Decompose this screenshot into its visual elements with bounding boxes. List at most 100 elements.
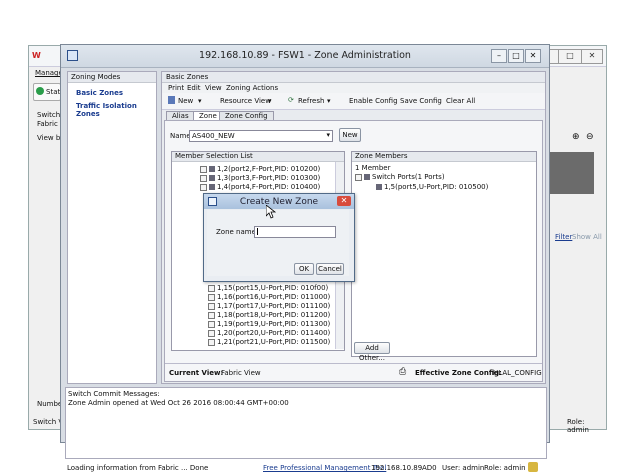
list-item-label: 1,3(port3,F-Port,PID: 010300) bbox=[217, 174, 321, 182]
back-close-button[interactable]: ✕ bbox=[581, 49, 603, 64]
back-maximize-button[interactable]: □ bbox=[558, 49, 582, 64]
stat-button[interactable]: Stat bbox=[33, 83, 61, 101]
mouse-cursor-icon bbox=[266, 205, 276, 219]
create-zone-dialog: Create New Zone ✕ Zone name OK Cancel bbox=[203, 193, 355, 282]
expand-icon[interactable] bbox=[208, 329, 215, 337]
zone-menubar: Print Edit View Zoning Actions bbox=[162, 83, 545, 93]
stat-label: Stat bbox=[46, 88, 61, 96]
switch-ports-icon bbox=[364, 174, 370, 180]
filter-link[interactable]: Filter bbox=[555, 233, 572, 241]
new-icon bbox=[168, 96, 175, 104]
menu-manage[interactable]: Manage bbox=[35, 69, 63, 77]
ok-button[interactable]: OK bbox=[294, 263, 314, 275]
list-item[interactable]: 1,17(port17,U-Port,PID: 011100) bbox=[208, 302, 330, 310]
device-thumbnail bbox=[549, 152, 594, 194]
name-label: Name bbox=[170, 132, 191, 140]
zone-members-count: 1 Member bbox=[355, 164, 391, 172]
status-user: User: admin bbox=[442, 464, 485, 472]
cancel-button[interactable]: Cancel bbox=[316, 263, 344, 275]
collapse-icon[interactable] bbox=[355, 173, 362, 181]
status-role: Role: admin bbox=[567, 418, 589, 434]
minimize-button[interactable]: – bbox=[491, 49, 507, 63]
list-item-label: 1,20(port20,U-Port,PID: 011400) bbox=[217, 329, 331, 337]
zone-members-panel: Zone Members 1 Member Switch Ports(1 Por… bbox=[351, 151, 537, 362]
menu-view[interactable]: View bbox=[205, 84, 222, 92]
text-cursor bbox=[257, 228, 258, 235]
zoning-modes-header: Zoning Modes bbox=[68, 72, 156, 83]
list-item[interactable]: 1,3(port3,F-Port,PID: 010300) bbox=[200, 174, 320, 182]
dialog-title: Create New Zone bbox=[239, 197, 319, 207]
zone-tree-root[interactable]: Switch Ports(1 Ports) bbox=[355, 173, 445, 181]
clear-all-button[interactable]: Clear All bbox=[446, 97, 475, 105]
close-button[interactable]: ✕ bbox=[525, 49, 541, 63]
port-icon bbox=[209, 184, 215, 190]
list-item-label: 1,19(port19,U-Port,PID: 011300) bbox=[217, 320, 331, 328]
status-bar: Loading information from Fabric ... Done… bbox=[61, 462, 549, 474]
name-new-button[interactable]: New bbox=[339, 128, 361, 142]
maximize-button[interactable]: □ bbox=[508, 49, 524, 63]
list-item[interactable]: 1,16(port16,U-Port,PID: 011000) bbox=[208, 293, 330, 301]
list-item[interactable]: 1,4(port4,F-Port,PID: 010400) bbox=[200, 183, 320, 191]
tool-link[interactable]: Free Professional Management Tool bbox=[263, 464, 386, 472]
list-item[interactable]: 1,21(port21,U-Port,PID: 011500) bbox=[208, 338, 330, 346]
list-item[interactable]: 1,15(port15,U-Port,PID: 010f00) bbox=[208, 284, 328, 292]
zone-admin-titlebar: 192.168.10.89 - FSW1 - Zone Administrati… bbox=[61, 45, 549, 68]
member-list-header: Member Selection List bbox=[172, 152, 344, 162]
traffic-isolation-zones-link[interactable]: Traffic Isolation Zones bbox=[76, 102, 156, 118]
expand-icon[interactable] bbox=[208, 302, 215, 310]
zone-name-label: Zone name bbox=[216, 228, 256, 236]
list-item-label: 1,21(port21,U-Port,PID: 011500) bbox=[217, 338, 331, 346]
refresh-button[interactable]: Refresh bbox=[298, 97, 324, 105]
status-ad: AD0 bbox=[422, 464, 437, 472]
zone-tree-child[interactable]: 1,5(port5,U-Port,PID: 010500) bbox=[376, 183, 488, 191]
port-icon bbox=[209, 166, 215, 172]
expand-icon[interactable] bbox=[208, 284, 215, 292]
dialog-titlebar: Create New Zone ✕ bbox=[204, 194, 354, 209]
expand-icon[interactable] bbox=[200, 165, 207, 173]
list-item[interactable]: 1,18(port18,U-Port,PID: 011200) bbox=[208, 311, 330, 319]
menu-zoning-actions[interactable]: Zoning Actions bbox=[226, 84, 278, 92]
menu-edit[interactable]: Edit bbox=[187, 84, 201, 92]
list-item[interactable]: 1,20(port20,U-Port,PID: 011400) bbox=[208, 329, 330, 337]
resource-view-dropdown-icon[interactable]: ▾ bbox=[268, 97, 272, 105]
save-config-button[interactable]: Save Config bbox=[400, 97, 442, 105]
port-icon bbox=[209, 175, 215, 181]
commit-message-text: Zone Admin opened at Wed Oct 26 2016 08:… bbox=[68, 399, 289, 407]
zone-name-input[interactable] bbox=[254, 226, 336, 238]
zone-tree-root-label: Switch Ports(1 Ports) bbox=[372, 173, 445, 181]
menu-print[interactable]: Print bbox=[168, 84, 184, 92]
zoom-in-icon[interactable]: ⊕ bbox=[572, 132, 580, 142]
status-loading: Loading information from Fabric ... Done bbox=[67, 464, 209, 472]
current-view-value: Fabric View bbox=[221, 369, 261, 377]
printer-icon[interactable]: ⎙ bbox=[399, 367, 406, 377]
new-dropdown-icon[interactable]: ▾ bbox=[198, 97, 202, 105]
dialog-body: Zone name OK Cancel bbox=[207, 210, 349, 276]
resource-view-button[interactable]: Resource View bbox=[220, 97, 271, 105]
new-button[interactable]: New bbox=[178, 97, 193, 105]
show-all-link[interactable]: Show All bbox=[572, 233, 602, 241]
list-item-label: 1,4(port4,F-Port,PID: 010400) bbox=[217, 183, 321, 191]
expand-icon[interactable] bbox=[200, 174, 207, 182]
expand-icon[interactable] bbox=[208, 320, 215, 328]
zone-tree-child-label: 1,5(port5,U-Port,PID: 010500) bbox=[384, 183, 489, 191]
zone-toolbar: New ▾ Resource View ▾ ⟳ Refresh ▾ Enable… bbox=[162, 93, 545, 110]
basic-zones-link[interactable]: Basic Zones bbox=[76, 89, 123, 97]
zoning-modes-panel: Zoning Modes Basic Zones Traffic Isolati… bbox=[67, 71, 157, 384]
list-item-label: 1,16(port16,U-Port,PID: 011000) bbox=[217, 293, 331, 301]
expand-icon[interactable] bbox=[208, 293, 215, 301]
list-item-label: 1,18(port18,U-Port,PID: 011200) bbox=[217, 311, 331, 319]
expand-icon[interactable] bbox=[200, 183, 207, 191]
add-other-button[interactable]: Add Other... bbox=[354, 342, 390, 362]
list-item[interactable]: 1,2(port2,F-Port,PID: 010200) bbox=[200, 165, 320, 173]
window-title: 192.168.10.89 - FSW1 - Zone Administrati… bbox=[199, 50, 411, 61]
list-item[interactable]: 1,19(port19,U-Port,PID: 011300) bbox=[208, 320, 330, 328]
expand-icon[interactable] bbox=[208, 338, 215, 346]
name-select[interactable]: AS400_NEW ▾ bbox=[189, 130, 333, 142]
enable-config-button[interactable]: Enable Config bbox=[349, 97, 398, 105]
refresh-dropdown-icon[interactable]: ▾ bbox=[327, 97, 331, 105]
expand-icon[interactable] bbox=[208, 311, 215, 319]
list-item-label: 1,15(port15,U-Port,PID: 010f00) bbox=[217, 284, 329, 292]
zoom-out-icon[interactable]: ⊖ bbox=[586, 132, 594, 142]
commit-messages-panel: Switch Commit Messages: Zone Admin opene… bbox=[65, 387, 547, 459]
dialog-close-button[interactable]: ✕ bbox=[337, 196, 351, 206]
